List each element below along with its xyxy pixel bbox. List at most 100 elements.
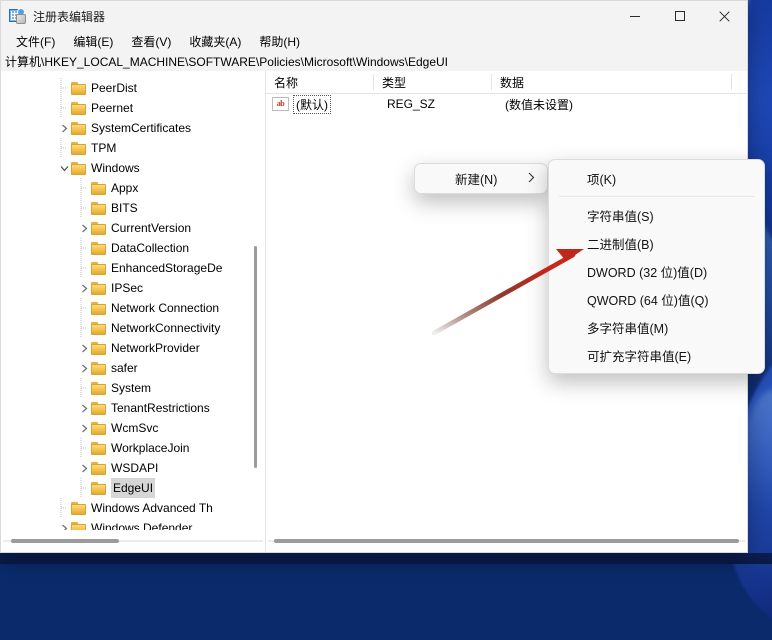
tree-item-bits[interactable]: BITS	[1, 198, 265, 218]
chevron-right-icon[interactable]	[77, 358, 91, 378]
submenu-item-expandable-string-value[interactable]: 可扩充字符串值(E)	[549, 341, 764, 369]
title-bar: 注册表编辑器	[1, 1, 747, 31]
tree-branch-line	[77, 298, 91, 318]
folder-icon	[91, 481, 106, 495]
folder-icon	[91, 261, 106, 275]
chevron-down-icon[interactable]	[57, 158, 71, 178]
minimize-button[interactable]	[612, 1, 657, 31]
chevron-right-icon[interactable]	[77, 458, 91, 478]
menu-view[interactable]: 查看(V)	[122, 31, 180, 52]
tree-branch-line	[77, 378, 91, 398]
folder-icon	[91, 241, 106, 255]
tree-branch-line	[77, 258, 91, 278]
menu-edit[interactable]: 编辑(E)	[64, 31, 122, 52]
list-horizontal-scrollbar[interactable]	[266, 531, 747, 552]
registry-tree[interactable]: PeerDist Peernet SystemCertificates TPM Wind…	[1, 78, 265, 530]
chevron-right-icon[interactable]	[57, 518, 71, 530]
submenu-item-binary-value[interactable]: 二进制值(B)	[549, 229, 764, 257]
taskbar	[0, 553, 772, 564]
tree-item-label: EnhancedStorageDe	[111, 261, 223, 275]
tree-item-workplacejoin[interactable]: WorkplaceJoin	[1, 438, 265, 458]
menu-favorites[interactable]: 收藏夹(A)	[180, 31, 250, 52]
folder-icon	[91, 421, 106, 435]
table-row[interactable]: ab (默认) REG_SZ (数值未设置)	[266, 94, 747, 114]
folder-icon	[91, 361, 106, 375]
tree-item-appx[interactable]: Appx	[1, 178, 265, 198]
tree-item-networkconnectivity[interactable]: NetworkConnectivity	[1, 318, 265, 338]
chevron-right-icon[interactable]	[77, 278, 91, 298]
chevron-right-icon[interactable]	[77, 418, 91, 438]
tree-item-networkprovider[interactable]: NetworkProvider	[1, 338, 265, 358]
value-type-cell: REG_SZ	[387, 97, 436, 111]
window-title: 注册表编辑器	[33, 9, 106, 24]
tree-item-tenantrestrictions[interactable]: TenantRestrictions	[1, 398, 265, 418]
tree-item-label: SystemCertificates	[91, 121, 192, 135]
maximize-button[interactable]	[657, 1, 702, 31]
tree-item-label: safer	[111, 361, 138, 375]
tree-item-label: PeerDist	[91, 81, 138, 95]
tree-vertical-scrollbar[interactable]	[250, 231, 261, 528]
tree-item-label: NetworkProvider	[111, 341, 200, 355]
tree-item-label: Windows Defender	[91, 521, 193, 530]
folder-icon	[71, 121, 86, 135]
tree-horizontal-scrollbar[interactable]	[1, 531, 265, 552]
chevron-right-icon[interactable]	[77, 398, 91, 418]
menu-help[interactable]: 帮助(H)	[250, 31, 309, 52]
tree-item-wcmsvc[interactable]: WcmSvc	[1, 418, 265, 438]
tree-item-datacollection[interactable]: DataCollection	[1, 238, 265, 258]
tree-item-label: WcmSvc	[111, 421, 159, 435]
column-header-data[interactable]: 数据	[492, 71, 732, 93]
chevron-right-icon[interactable]	[77, 338, 91, 358]
context-menu-item-new-label: 新建(N)	[455, 173, 498, 187]
submenu-item-dword-32bit-value[interactable]: DWORD (32 位)值(D)	[549, 257, 764, 285]
context-menu-new: 新建(N)	[414, 163, 548, 194]
tree-item-system[interactable]: System	[1, 378, 265, 398]
folder-icon	[91, 381, 106, 395]
submenu-item-string-value[interactable]: 字符串值(S)	[549, 201, 764, 229]
tree-item-label: BITS	[111, 201, 138, 215]
folder-icon	[91, 281, 106, 295]
tree-item-enhancedstoragede[interactable]: EnhancedStorageDe	[1, 258, 265, 278]
tree-item-peerdist[interactable]: PeerDist	[1, 78, 265, 98]
tree-scroll-thumb[interactable]	[254, 246, 257, 468]
folder-icon	[71, 521, 86, 530]
folder-icon	[71, 501, 86, 515]
close-button[interactable]	[702, 1, 747, 31]
tree-item-peernet[interactable]: Peernet	[1, 98, 265, 118]
new-value-submenu: 项(K) 字符串值(S) 二进制值(B) DWORD (32 位)值(D) QW…	[548, 159, 765, 374]
registry-tree-pane: PeerDist Peernet SystemCertificates TPM Wind…	[1, 71, 266, 552]
context-menu-item-new[interactable]: 新建(N)	[415, 164, 547, 193]
column-header-type[interactable]: 类型	[374, 71, 492, 93]
registry-path: 计算机\HKEY_LOCAL_MACHINE\SOFTWARE\Policies…	[5, 55, 448, 69]
close-icon	[719, 10, 730, 22]
tree-hscroll-thumb[interactable]	[11, 539, 119, 543]
folder-icon	[91, 461, 106, 475]
tree-item-currentversion[interactable]: CurrentVersion	[1, 218, 265, 238]
tree-item-label: NetworkConnectivity	[111, 321, 221, 335]
tree-item-ipsec[interactable]: IPSec	[1, 278, 265, 298]
menu-file[interactable]: 文件(F)	[7, 31, 64, 52]
value-name-cell: (默认)	[293, 94, 331, 114]
tree-item-windows-defender[interactable]: Windows Defender	[1, 518, 265, 530]
folder-icon	[91, 181, 106, 195]
tree-item-windows[interactable]: Windows	[1, 158, 265, 178]
tree-item-edgeui[interactable]: EdgeUI	[1, 478, 265, 498]
submenu-separator	[559, 196, 754, 197]
chevron-right-icon[interactable]	[57, 118, 71, 138]
tree-item-tpm[interactable]: TPM	[1, 138, 265, 158]
tree-item-safer[interactable]: safer	[1, 358, 265, 378]
list-hscroll-thumb[interactable]	[274, 539, 739, 543]
submenu-item-key[interactable]: 项(K)	[549, 164, 764, 192]
window-controls	[612, 1, 747, 31]
tree-item-label: WSDAPI	[111, 461, 159, 475]
tree-item-network-connection[interactable]: Network Connection	[1, 298, 265, 318]
tree-item-windows-advanced-th[interactable]: Windows Advanced Th	[1, 498, 265, 518]
chevron-right-icon[interactable]	[77, 218, 91, 238]
column-header-name[interactable]: 名称	[266, 71, 374, 93]
tree-item-systemcertificates[interactable]: SystemCertificates	[1, 118, 265, 138]
tree-item-wsdapi[interactable]: WSDAPI	[1, 458, 265, 478]
submenu-item-multi-string-value[interactable]: 多字符串值(M)	[549, 313, 764, 341]
submenu-item-qword-64bit-value[interactable]: QWORD (64 位)值(Q)	[549, 285, 764, 313]
address-bar[interactable]: 计算机\HKEY_LOCAL_MACHINE\SOFTWARE\Policies…	[1, 52, 747, 71]
tree-branch-line	[77, 198, 91, 218]
